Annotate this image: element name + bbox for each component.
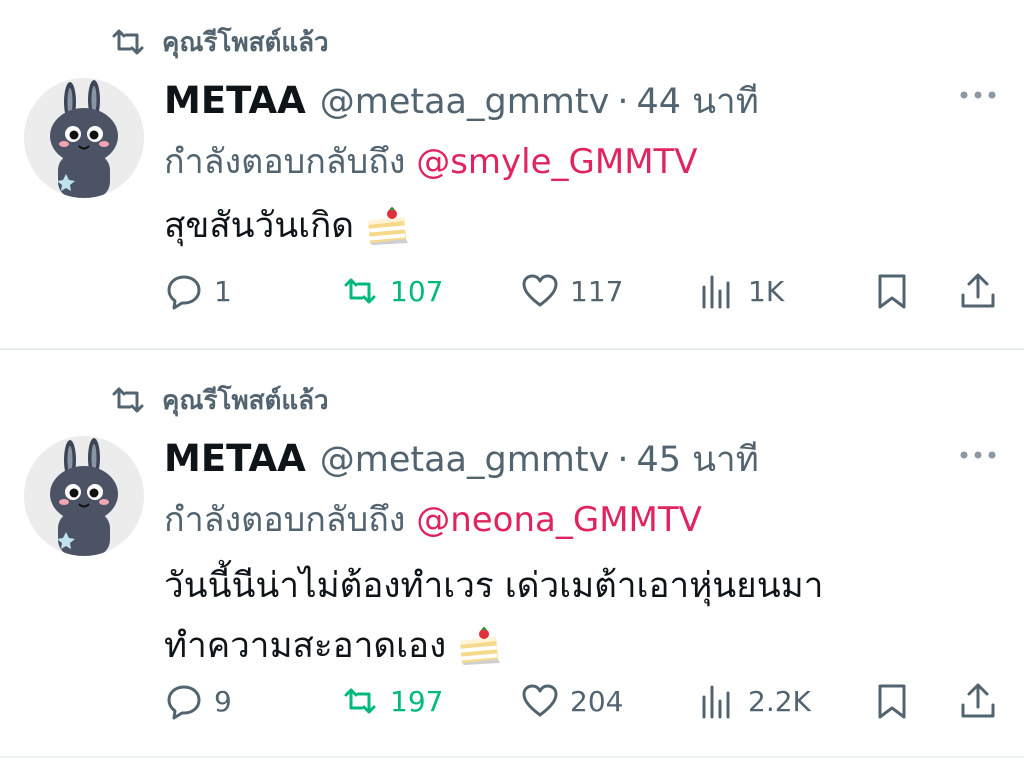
- retweet-button[interactable]: 107: [340, 266, 443, 316]
- tweet-text-line: สุขสันวันเกิด: [164, 206, 355, 246]
- display-name[interactable]: METAA: [164, 437, 306, 480]
- views-icon: [702, 275, 730, 309]
- share-button[interactable]: [958, 266, 998, 316]
- retweet-icon: [344, 278, 376, 304]
- replying-to: กำลังตอบกลับถึง @neona_GMMTV: [164, 492, 702, 546]
- view-count: 2.2K: [748, 684, 811, 718]
- retweet-count: 107: [390, 274, 444, 308]
- replying-to-label: กำลังตอบกลับถึง: [164, 142, 406, 182]
- bookmark-icon: [878, 274, 906, 309]
- mention-link[interactable]: @smyle_GMMTV: [416, 142, 697, 182]
- timestamp[interactable]: 44 นาที: [636, 74, 758, 129]
- cake-emoji-icon: [368, 207, 409, 245]
- replying-to: กำลังตอบกลับถึง @smyle_GMMTV: [164, 134, 698, 188]
- bookmark-button[interactable]: [872, 676, 912, 726]
- avatar[interactable]: [24, 436, 144, 556]
- like-button[interactable]: 117: [520, 266, 623, 316]
- separator-dot: ·: [617, 82, 629, 122]
- tweet[interactable]: คุณรีโพสต์แล้ว METAA @metaa_gmmtv · 45 น…: [0, 350, 1024, 720]
- tweet-header: METAA @metaa_gmmtv · 44 นาที: [164, 74, 759, 122]
- avatar[interactable]: [24, 78, 144, 198]
- retweet-icon: [344, 688, 376, 714]
- mention-link[interactable]: @neona_GMMTV: [416, 500, 702, 540]
- tweet[interactable]: คุณรีโพสต์แล้ว METAA @metaa_gmmtv · 44 น…: [0, 0, 1024, 350]
- retweet-count: 197: [390, 684, 444, 718]
- tweet-actions: 1 107 117 1K: [164, 266, 1000, 316]
- more-icon[interactable]: [958, 446, 998, 464]
- like-count: 204: [570, 684, 624, 718]
- views-icon: [702, 685, 730, 719]
- retweet-button[interactable]: 197: [340, 676, 443, 726]
- like-icon: [522, 274, 558, 307]
- reply-icon: [167, 275, 201, 310]
- view-count: 1K: [748, 274, 785, 308]
- tweet-text: วันนี้นีน่าไม่ต้องทำเวร เด่วเมต้าเอาหุ่น…: [164, 556, 924, 676]
- like-button[interactable]: 204: [520, 676, 623, 726]
- reply-button[interactable]: 9: [164, 676, 232, 726]
- bookmark-button[interactable]: [872, 266, 912, 316]
- retweet-icon: [112, 387, 144, 413]
- bookmark-icon: [878, 684, 906, 719]
- timestamp[interactable]: 45 นาที: [636, 432, 758, 487]
- user-handle[interactable]: @metaa_gmmtv: [320, 440, 610, 480]
- tweet-text-line: วันนี้นีน่าไม่ต้องทำเวร เด่วเมต้าเอาหุ่น…: [164, 566, 824, 606]
- views-button[interactable]: 1K: [698, 266, 784, 316]
- reply-count: 1: [214, 274, 232, 308]
- user-handle[interactable]: @metaa_gmmtv: [320, 82, 610, 122]
- retweeted-label: คุณรีโพสต์แล้ว: [162, 385, 329, 416]
- separator-dot: ·: [617, 440, 629, 480]
- cake-emoji-icon: [460, 627, 501, 665]
- replying-to-label: กำลังตอบกลับถึง: [164, 500, 406, 540]
- tweet-header: METAA @metaa_gmmtv · 45 นาที: [164, 432, 759, 480]
- reply-icon: [167, 685, 201, 720]
- like-icon: [522, 684, 558, 717]
- reply-count: 9: [214, 684, 232, 718]
- share-button[interactable]: [958, 676, 998, 726]
- views-button[interactable]: 2.2K: [698, 676, 811, 726]
- share-icon: [961, 683, 995, 718]
- retweeted-label: คุณรีโพสต์แล้ว: [162, 27, 329, 58]
- retweeted-indicator: คุณรีโพสต์แล้ว: [108, 24, 329, 60]
- retweeted-indicator: คุณรีโพสต์แล้ว: [108, 382, 329, 418]
- more-icon[interactable]: [958, 86, 998, 104]
- tweet-text: สุขสันวันเกิด: [164, 196, 924, 256]
- share-icon: [961, 273, 995, 308]
- display-name[interactable]: METAA: [164, 79, 306, 122]
- tweet-text-line: ทำความสะอาดเอง: [164, 626, 447, 666]
- like-count: 117: [570, 274, 624, 308]
- reply-button[interactable]: 1: [164, 266, 232, 316]
- retweet-icon: [112, 29, 144, 55]
- tweet-actions: 9 197 204 2.2K: [164, 676, 1000, 726]
